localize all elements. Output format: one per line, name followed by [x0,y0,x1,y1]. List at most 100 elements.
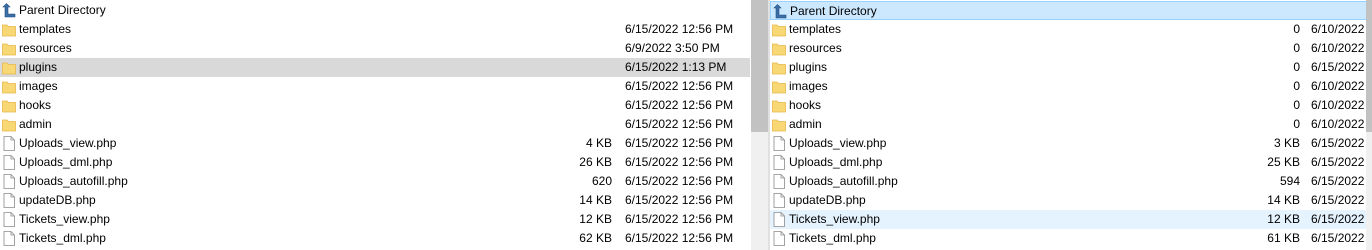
parent-directory-icon [773,4,787,19]
folder-icon [2,41,16,56]
file-size: 0 [1293,60,1300,74]
file-name: Tickets_view.php [789,212,880,226]
file-name: templates [789,22,842,36]
file-date: 6/15/2022 12:56 PM [625,117,734,131]
folder-row[interactable]: images 0 6/10/2022 1 [770,77,1372,96]
folder-row[interactable]: admin 6/15/2022 12:56 PM [0,115,750,134]
folder-row[interactable]: templates 6/15/2022 12:56 PM [0,20,750,39]
file-name: Tickets_dml.php [789,231,876,245]
file-date: 6/15/2022 1 [1311,193,1372,207]
file-name: admin [789,117,822,131]
file-row[interactable]: Uploads_view.php 3 KB 6/15/2022 1 [770,134,1372,153]
file-row[interactable]: Uploads_dml.php 25 KB 6/15/2022 1 [770,153,1372,172]
file-name: images [789,79,828,93]
file-icon [772,136,786,151]
file-date: 6/15/2022 12:56 PM [625,212,734,226]
file-date: 6/15/2022 12:56 PM [625,174,734,188]
file-date: 6/9/2022 3:50 PM [625,41,720,55]
parent-directory-row[interactable]: Parent Directory [770,1,1372,20]
folder-row[interactable]: resources 0 6/10/2022 2 [770,39,1372,58]
file-icon [772,193,786,208]
folder-row[interactable]: resources 6/9/2022 3:50 PM [0,39,750,58]
file-row[interactable]: Tickets_dml.php 61 KB 6/15/2022 1 [770,229,1372,248]
file-size: 14 KB [579,193,612,207]
folder-icon [772,98,786,113]
left-scrollbar[interactable] [751,0,768,250]
file-icon [2,155,16,170]
file-name: hooks [789,98,822,112]
file-name: Uploads_autofill.php [19,174,128,188]
file-size: 0 [1293,117,1300,131]
file-row[interactable]: updateDB.php 14 KB 6/15/2022 1 [770,191,1372,210]
parent-directory-icon [2,3,16,18]
file-size: 62 KB [579,231,612,245]
file-size: 594 [1279,174,1300,188]
folder-row[interactable]: admin 0 6/10/2022 3 [770,115,1372,134]
file-date: 6/15/2022 12:56 PM [625,98,734,112]
right-scrollbar[interactable] [1366,0,1372,250]
file-size: 25 KB [1267,155,1300,169]
file-name: resources [789,41,842,55]
file-name: plugins [789,60,828,74]
folder-icon [2,79,16,94]
local-file-list[interactable]: Parent Directory templates 6/15/2022 12:5… [0,0,750,250]
folder-icon [772,41,786,56]
folder-row[interactable]: hooks 0 6/10/2022 1 [770,96,1372,115]
file-row[interactable]: Uploads_dml.php 26 KB 6/15/2022 12:56 PM [0,153,750,172]
file-row[interactable]: updateDB.php 14 KB 6/15/2022 12:56 PM [0,191,750,210]
file-date: 6/10/2022 2 [1311,41,1372,55]
folder-row[interactable]: plugins 6/15/2022 1:13 PM [0,58,750,77]
file-date: 6/15/2022 12:56 PM [625,79,734,93]
file-size: 12 KB [1267,212,1300,226]
file-icon [772,212,786,227]
file-size: 4 KB [585,136,612,150]
folder-row[interactable]: plugins 0 6/15/2022 1 [770,58,1372,77]
file-row[interactable]: Uploads_autofill.php 620 6/15/2022 12:56 P… [0,172,750,191]
file-name: updateDB.php [19,193,96,207]
folder-row[interactable]: hooks 6/15/2022 12:56 PM [0,96,750,115]
file-icon [2,212,16,227]
parent-directory-row[interactable]: Parent Directory [0,1,750,20]
file-row[interactable]: Tickets_view.php 12 KB 6/15/2022 1 [770,210,1372,229]
folder-icon [2,22,16,37]
file-row[interactable]: Uploads_autofill.php 594 6/15/2022 1 [770,172,1372,191]
file-size: 3 KB [1273,136,1300,150]
file-name: updateDB.php [789,193,866,207]
folder-row[interactable]: images 6/15/2022 12:56 PM [0,77,750,96]
folder-icon [772,79,786,94]
file-row[interactable]: Tickets_view.php 12 KB 6/15/2022 12:56 PM [0,210,750,229]
file-name: Uploads_view.php [789,136,887,150]
file-date: 6/15/2022 12:56 PM [625,231,734,245]
file-date: 6/15/2022 12:56 PM [625,155,734,169]
file-size: 620 [591,174,612,188]
file-name: plugins [19,60,58,74]
file-date: 6/15/2022 1 [1311,231,1372,245]
file-name: Uploads_dml.php [19,155,113,169]
file-size: 14 KB [1267,193,1300,207]
right-scroll-thumb[interactable] [1366,0,1372,132]
file-date: 6/15/2022 1 [1311,174,1372,188]
file-row[interactable]: Uploads_view.php 4 KB 6/15/2022 12:56 PM [0,134,750,153]
file-name: hooks [19,98,52,112]
file-date: 6/10/2022 1 [1311,79,1372,93]
file-row[interactable]: Tickets_dml.php 62 KB 6/15/2022 12:56 PM [0,229,750,248]
folder-row[interactable]: templates 0 6/10/2022 2 [770,20,1372,39]
file-date: 6/15/2022 1 [1311,212,1372,226]
folder-icon [772,117,786,132]
file-date: 6/15/2022 1 [1311,60,1372,74]
file-size: 61 KB [1267,231,1300,245]
left-scroll-thumb[interactable] [751,0,768,132]
remote-file-list[interactable]: Parent Directory templates 0 6/10/2022 2 re… [770,0,1372,250]
file-size: 26 KB [579,155,612,169]
file-name: Uploads_autofill.php [789,174,898,188]
file-date: 6/10/2022 1 [1311,98,1372,112]
file-icon [2,174,16,189]
file-date: 6/15/2022 12:56 PM [625,136,734,150]
folder-icon [2,98,16,113]
file-name: Uploads_dml.php [789,155,883,169]
file-date: 6/15/2022 1:13 PM [625,60,727,74]
file-name: Uploads_view.php [19,136,117,150]
file-icon [2,231,16,246]
file-size: 0 [1293,22,1300,36]
file-name: images [19,79,58,93]
